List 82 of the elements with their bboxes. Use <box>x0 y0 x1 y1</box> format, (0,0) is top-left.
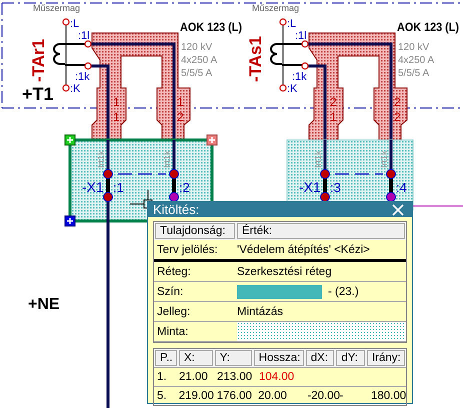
type-label: AOK 123 (L) <box>180 20 249 34</box>
column-header[interactable]: dX: <box>306 350 334 366</box>
designation-label: -TAs1 <box>246 36 265 82</box>
frame-label: Műszermag <box>33 3 80 13</box>
wire-label: Irt1k <box>379 150 389 168</box>
property-label: Minta: <box>156 326 190 338</box>
block-label: -X1 <box>82 179 104 195</box>
table-cell-text: 104.00 <box>258 371 296 383</box>
column-header[interactable]: X: <box>179 350 213 366</box>
terminal-label: :L <box>287 18 296 30</box>
table-cell-text: 21.00 <box>178 371 209 383</box>
table-cell-text: 180.00 <box>370 390 406 402</box>
terminal-label: :1l <box>295 30 307 42</box>
table-cell-text: 213.00 <box>216 371 254 383</box>
location-label: +T1 <box>22 84 54 104</box>
rating-label: 4x250 A <box>181 55 218 66</box>
add-handle-icon[interactable] <box>64 134 76 146</box>
column-header[interactable]: Érték: <box>237 223 405 239</box>
column-header[interactable]: dY: <box>336 350 365 366</box>
property-value: 'Védelem átépítés' <Kézi> <box>237 244 370 256</box>
terminal-icon <box>62 84 70 92</box>
terminal-label: :1 <box>113 180 124 195</box>
terminal-icon <box>279 18 287 26</box>
add-handle-icon[interactable] <box>206 134 218 146</box>
designation-label: -TAr1 <box>29 38 48 82</box>
block-label: -X1 <box>299 179 321 195</box>
rating-label: 120 kV <box>398 42 430 53</box>
terminal-icon <box>279 84 287 92</box>
table-cell-text: 1. <box>156 371 168 383</box>
dialog-title: Kitöltés: <box>153 202 200 217</box>
property-value: Mintázás <box>237 306 284 318</box>
terminal-label: :1k <box>292 71 307 83</box>
table-cell-text: 176.00 <box>216 390 253 402</box>
terminal-label: :2 <box>179 180 190 195</box>
point-row[interactable]: 1. 21.00 213.00 104.00 <box>154 367 406 386</box>
terminal-icon <box>301 40 309 48</box>
column-header[interactable]: Tulajdonság: <box>155 223 235 239</box>
core-number: 1 <box>113 110 120 124</box>
add-handle-icon[interactable] <box>64 216 76 226</box>
core-number: 2 <box>394 95 401 109</box>
terminal-label: :K <box>70 83 80 95</box>
terminal-label: :3 <box>330 180 341 195</box>
terminal-label: :4 <box>396 180 407 195</box>
core-number: 2 <box>394 110 401 124</box>
frame-label: Műszermag <box>252 3 300 13</box>
terminal-icon <box>84 62 92 70</box>
table-cell-text: 20.00 <box>257 390 288 402</box>
core-number: 1 <box>177 95 184 109</box>
rating-label: 5/5/5 A <box>181 68 212 79</box>
column-header[interactable]: Y: <box>214 350 252 366</box>
rating-label: 4x250 A <box>398 55 434 66</box>
core-number: 2 <box>177 110 184 124</box>
column-header[interactable]: Hossza: <box>254 350 304 366</box>
terminal-icon <box>301 62 309 70</box>
property-label: Jelleg: <box>156 306 192 318</box>
column-header[interactable]: Irány: <box>366 350 405 366</box>
rating-label: 5/5/5 A <box>398 68 430 79</box>
location-label: +NE <box>28 296 60 313</box>
wire-label: Irt1k <box>162 150 172 168</box>
rating-label: 120 kV <box>181 42 212 53</box>
property-label: Réteg: <box>156 266 192 278</box>
terminal-label: :1l <box>78 30 90 42</box>
terminal-icon <box>62 18 70 26</box>
core-number: 2 <box>330 95 337 109</box>
core-number: 1 <box>330 110 337 124</box>
terminal-label: :L <box>70 18 80 30</box>
point-row[interactable]: 5. 219.00 176.00 20.00 -20.00- 180.00 <box>154 386 406 405</box>
type-label: AOK 123 (L) <box>397 20 463 34</box>
wire-label: Irt1k <box>96 150 106 168</box>
property-value: - (23.) <box>328 286 359 298</box>
terminal-icon <box>84 40 92 48</box>
terminal-label: :K <box>287 83 298 95</box>
property-value: Szerkesztési réteg <box>237 266 332 278</box>
core-number: 1 <box>113 95 120 109</box>
wire-label: Irt1k <box>313 150 323 168</box>
table-cell-text: 5. <box>156 390 168 402</box>
terminal-label: :1k <box>75 71 90 83</box>
close-icon[interactable] <box>392 204 404 216</box>
property-label: Szín: <box>156 286 184 298</box>
column-header[interactable]: P.. <box>155 350 177 366</box>
table-cell-text: 219.00 <box>178 390 214 402</box>
property-label: Terv jelölés: <box>156 244 219 256</box>
